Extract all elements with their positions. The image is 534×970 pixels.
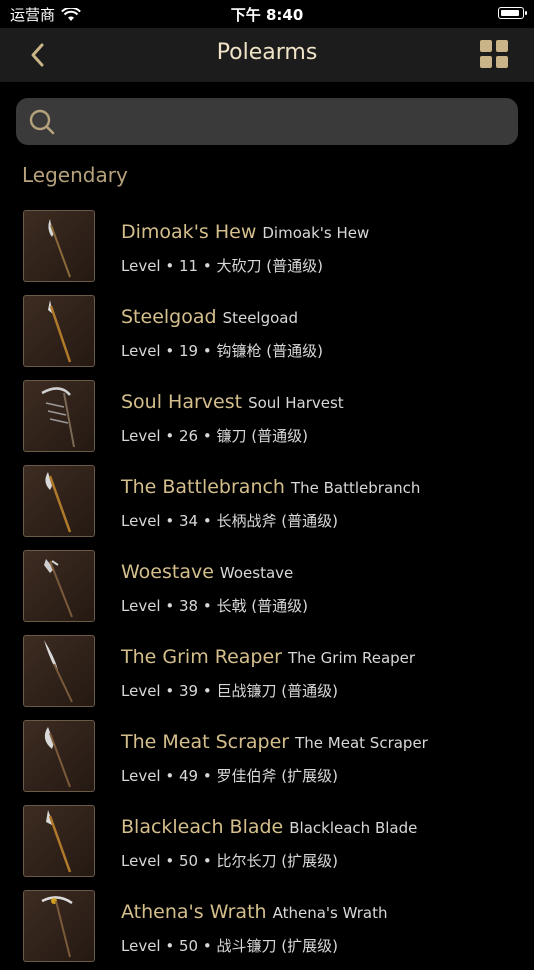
item-name: Woestave	[121, 561, 214, 583]
item-meta: Level • 49 • 罗佳伯斧 (扩展级)	[121, 767, 338, 785]
item-subname: Woestave	[219, 564, 294, 582]
item-subname: Steelgoad	[222, 309, 299, 327]
section-title: Legendary	[22, 163, 128, 187]
item-meta: Level • 11 • 大砍刀 (普通级)	[121, 257, 323, 275]
glaive-icon	[44, 640, 73, 703]
battery-icon	[498, 7, 527, 19]
item-name: The Meat Scraper	[121, 731, 290, 753]
item-meta: Level • 34 • 长柄战斧 (普通级)	[121, 512, 338, 530]
weapon-thumbnail	[23, 380, 95, 452]
page-title: Polearms	[216, 40, 318, 65]
grid-view-button[interactable]	[480, 40, 508, 68]
weapon-thumbnail	[23, 805, 95, 877]
scythe-icon	[41, 387, 75, 448]
item-subname: The Battlebranch	[290, 479, 421, 497]
polearm-icon	[45, 472, 72, 533]
item-subname: The Grim Reaper	[287, 649, 416, 667]
weapon-thumbnail	[23, 890, 95, 962]
item-subname: Athena's Wrath	[272, 904, 388, 922]
item-name: Dimoak's Hew	[121, 221, 257, 243]
search-icon	[29, 109, 55, 135]
status-bar: 运营商 下午 8:40	[0, 0, 534, 28]
polearm-icon	[46, 810, 72, 873]
item-meta: Level • 39 • 巨战镰刀 (普通级)	[121, 682, 338, 700]
list-item[interactable]: Woestave Woestave Level • 38 • 长戟 (普通级)	[0, 545, 534, 630]
polearm-icon	[44, 727, 71, 788]
search-bar[interactable]	[16, 98, 518, 145]
polearm-icon	[48, 300, 72, 363]
item-name: Blackleach Blade	[121, 816, 284, 838]
list-item[interactable]: Athena's Wrath Athena's Wrath Level • 50 …	[0, 885, 534, 970]
polearm-icon	[48, 219, 71, 278]
item-name: The Grim Reaper	[121, 646, 282, 668]
list-item[interactable]: Dimoak's Hew Dimoak's Hew Level • 11 • 大砍…	[0, 205, 534, 290]
item-meta: Level • 50 • 战斗镰刀 (扩展级)	[121, 937, 338, 955]
halberd-icon	[44, 559, 73, 618]
search-input[interactable]	[68, 106, 502, 138]
item-subname: The Meat Scraper	[295, 734, 428, 752]
list-item[interactable]: Steelgoad Steelgoad Level • 19 • 钩镰枪 (普通级…	[0, 290, 534, 375]
list-item[interactable]: Soul Harvest Soul Harvest Level • 26 • 镰刀…	[0, 375, 534, 460]
item-subname: Dimoak's Hew	[262, 224, 370, 242]
weapon-thumbnail	[23, 210, 95, 282]
item-meta: Level • 50 • 比尔长刀 (扩展级)	[121, 852, 338, 870]
item-meta: Level • 19 • 钩镰枪 (普通级)	[121, 342, 323, 360]
status-time: 下午 8:40	[230, 6, 304, 24]
navigation-bar: Polearms	[0, 28, 534, 82]
weapon-thumbnail	[23, 550, 95, 622]
item-name: Steelgoad	[121, 306, 217, 328]
item-name: Athena's Wrath	[121, 901, 267, 923]
weapon-thumbnail	[23, 720, 95, 792]
list-item[interactable]: The Battlebranch The Battlebranch Level •…	[0, 460, 534, 545]
item-name: The Battlebranch	[121, 476, 285, 498]
list-item[interactable]: The Meat Scraper The Meat Scraper Level •…	[0, 715, 534, 800]
item-name: Soul Harvest	[121, 391, 243, 413]
item-meta: Level • 26 • 镰刀 (普通级)	[121, 427, 308, 445]
list-item[interactable]: Blackleach Blade Blackleach Blade Level •…	[0, 800, 534, 885]
item-subname: Blackleach Blade	[289, 819, 418, 837]
weapon-thumbnail	[23, 635, 95, 707]
scythe-icon	[41, 896, 73, 958]
weapon-thumbnail	[23, 295, 95, 367]
item-meta: Level • 38 • 长戟 (普通级)	[121, 597, 308, 615]
list-item[interactable]: The Grim Reaper The Grim Reaper Level • 3…	[0, 630, 534, 715]
weapon-thumbnail	[23, 465, 95, 537]
item-subname: Soul Harvest	[248, 394, 344, 412]
